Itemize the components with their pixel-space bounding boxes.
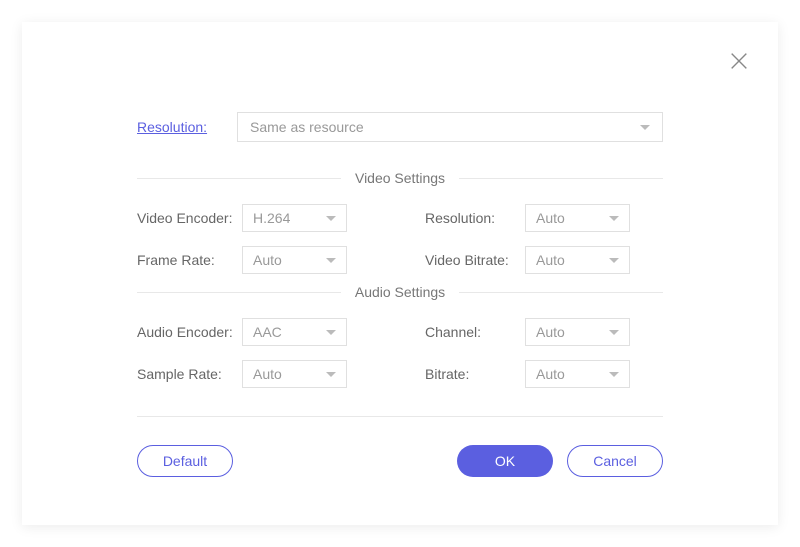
video-encoder-label: Video Encoder:: [137, 210, 242, 226]
cancel-button[interactable]: Cancel: [567, 445, 663, 477]
frame-rate-label: Frame Rate:: [137, 252, 242, 268]
audio-encoder-row: Audio Encoder: AAC: [137, 318, 375, 346]
divider: [459, 178, 663, 179]
audio-channel-select[interactable]: Auto: [525, 318, 630, 346]
chevron-down-icon: [326, 372, 336, 377]
close-icon: [728, 50, 750, 72]
audio-bitrate-select[interactable]: Auto: [525, 360, 630, 388]
audio-channel-label: Channel:: [425, 324, 525, 340]
frame-rate-select[interactable]: Auto: [242, 246, 347, 274]
video-settings-grid: Video Encoder: H.264 Resolution: Auto Fr…: [137, 204, 663, 274]
audio-bitrate-row: Bitrate: Auto: [425, 360, 663, 388]
audio-settings-grid: Audio Encoder: AAC Channel: Auto Sample …: [137, 318, 663, 388]
video-resolution-value: Auto: [536, 210, 565, 226]
divider: [137, 178, 341, 179]
top-resolution-label: Resolution:: [137, 119, 217, 135]
chevron-down-icon: [609, 216, 619, 221]
settings-dialog: Resolution: Same as resource Video Setti…: [22, 22, 778, 525]
audio-encoder-value: AAC: [253, 324, 282, 340]
video-resolution-select[interactable]: Auto: [525, 204, 630, 232]
ok-button[interactable]: OK: [457, 445, 553, 477]
chevron-down-icon: [326, 330, 336, 335]
audio-bitrate-value: Auto: [536, 366, 565, 382]
audio-encoder-label: Audio Encoder:: [137, 324, 242, 340]
frame-rate-row: Frame Rate: Auto: [137, 246, 375, 274]
frame-rate-value: Auto: [253, 252, 282, 268]
chevron-down-icon: [609, 258, 619, 263]
video-resolution-label: Resolution:: [425, 210, 525, 226]
video-resolution-row: Resolution: Auto: [425, 204, 663, 232]
video-section-header: Video Settings: [137, 170, 663, 186]
divider: [137, 292, 341, 293]
video-bitrate-select[interactable]: Auto: [525, 246, 630, 274]
sample-rate-value: Auto: [253, 366, 282, 382]
video-encoder-select[interactable]: H.264: [242, 204, 347, 232]
audio-bitrate-label: Bitrate:: [425, 366, 525, 382]
divider: [459, 292, 663, 293]
video-section-title: Video Settings: [341, 170, 459, 186]
top-resolution-value: Same as resource: [250, 119, 364, 135]
close-button[interactable]: [728, 50, 750, 72]
dialog-content: Resolution: Same as resource Video Setti…: [22, 62, 778, 477]
video-bitrate-value: Auto: [536, 252, 565, 268]
video-encoder-row: Video Encoder: H.264: [137, 204, 375, 232]
video-encoder-value: H.264: [253, 210, 290, 226]
audio-encoder-select[interactable]: AAC: [242, 318, 347, 346]
audio-section-header: Audio Settings: [137, 284, 663, 300]
video-bitrate-label: Video Bitrate:: [425, 252, 525, 268]
top-resolution-select[interactable]: Same as resource: [237, 112, 663, 142]
top-resolution-row: Resolution: Same as resource: [137, 112, 663, 142]
sample-rate-row: Sample Rate: Auto: [137, 360, 375, 388]
chevron-down-icon: [326, 216, 336, 221]
sample-rate-select[interactable]: Auto: [242, 360, 347, 388]
button-row: Default OK Cancel: [137, 417, 663, 477]
chevron-down-icon: [609, 372, 619, 377]
chevron-down-icon: [609, 330, 619, 335]
chevron-down-icon: [640, 125, 650, 130]
chevron-down-icon: [326, 258, 336, 263]
audio-channel-row: Channel: Auto: [425, 318, 663, 346]
audio-section-title: Audio Settings: [341, 284, 459, 300]
video-bitrate-row: Video Bitrate: Auto: [425, 246, 663, 274]
sample-rate-label: Sample Rate:: [137, 366, 242, 382]
audio-channel-value: Auto: [536, 324, 565, 340]
default-button[interactable]: Default: [137, 445, 233, 477]
